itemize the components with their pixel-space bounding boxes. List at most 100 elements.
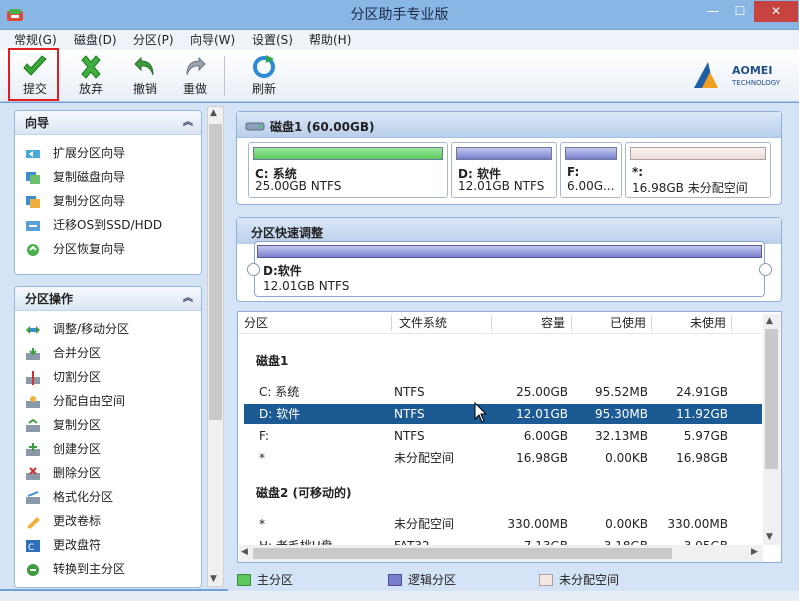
partition-c-bar — [253, 147, 443, 160]
redo-button[interactable]: 重做 — [170, 52, 220, 100]
delete-icon — [26, 466, 40, 480]
unallocated-bar — [630, 147, 766, 160]
group-disk1: 磁盘1 — [256, 354, 289, 368]
refresh-label: 刷新 — [251, 82, 276, 96]
undo-button[interactable]: 撤销 — [120, 52, 170, 100]
op-label[interactable]: 更改卷标 — [15, 509, 201, 533]
disk1-title: 磁盘1 (60.00GB) — [270, 120, 375, 134]
discard-button[interactable]: 放弃 — [66, 52, 116, 100]
copy-icon — [26, 418, 40, 432]
operations-card: 分区操作 ︽ 调整/移动分区 合并分区 切割分区 分配自由空间 复制分区 创建分区… — [14, 286, 202, 588]
wizard-item-recover[interactable]: 分区恢复向导 — [15, 237, 201, 261]
redo-label: 重做 — [182, 82, 207, 96]
op-allocate[interactable]: 分配自由空间 — [15, 389, 201, 413]
op-split[interactable]: 切割分区 — [15, 365, 201, 389]
table-row[interactable]: C: 系统 NTFS 25.00GB 95.52MB 24.91GB — [244, 382, 762, 402]
wizard-item-copy-disk[interactable]: 复制磁盘向导 — [15, 165, 201, 189]
partition-unallocated[interactable]: *: 16.98GB 未分配空间 — [625, 142, 771, 198]
table-row[interactable]: * 未分配空间 16.98GB 0.00KB 16.98GB — [244, 448, 762, 468]
scroll-up-icon[interactable]: ▲ — [210, 108, 217, 118]
minimize-button[interactable]: — — [700, 1, 726, 22]
disk-icon — [245, 122, 265, 131]
resize-icon — [26, 325, 40, 334]
toolbar-separator — [224, 56, 225, 96]
wizard-card: 向导 ︽ 扩展分区向导 复制磁盘向导 复制分区向导 迁移OS到SSD/HDD 分区… — [14, 110, 202, 275]
op-delete[interactable]: 删除分区 — [15, 461, 201, 485]
collapse-icon[interactable]: ︽ — [183, 287, 193, 311]
partition-f[interactable]: F: 6.00G... — [560, 142, 622, 198]
letter-icon: C — [26, 539, 40, 553]
wizard-header[interactable]: 向导 ︽ — [15, 111, 201, 135]
svg-text:C: C — [28, 543, 34, 553]
scroll-left-icon[interactable]: ◀ — [241, 547, 248, 557]
scroll-right-icon[interactable]: ▶ — [751, 547, 758, 557]
scroll-up-icon[interactable]: ▲ — [766, 316, 773, 326]
menu-disk[interactable]: 磁盘(D) — [74, 30, 117, 50]
wizard-item-migrate-os[interactable]: 迁移OS到SSD/HDD — [15, 213, 201, 237]
col-used[interactable]: 已使用 — [610, 314, 646, 333]
partition-d[interactable]: D: 软件 12.01GB NTFS — [451, 142, 557, 198]
partition-f-bar — [565, 147, 617, 160]
operations-title: 分区操作 — [25, 292, 74, 306]
table-row-selected[interactable]: D: 软件 NTFS 12.01GB 95.30MB 11.92GB — [244, 404, 762, 424]
col-unused[interactable]: 未使用 — [690, 314, 726, 333]
col-capacity[interactable]: 容量 — [541, 314, 565, 333]
aomei-logo: AOMEI TECHNOLOGY — [694, 62, 781, 88]
table-vscroll-thumb[interactable] — [765, 329, 778, 469]
menu-wizard[interactable]: 向导(W) — [190, 30, 235, 50]
op-merge[interactable]: 合并分区 — [15, 341, 201, 365]
wizard-item-extend[interactable]: 扩展分区向导 — [15, 141, 201, 165]
col-filesystem[interactable]: 文件系统 — [399, 314, 447, 333]
scroll-down-icon[interactable]: ▼ — [210, 574, 217, 584]
op-resize[interactable]: 调整/移动分区 — [15, 317, 201, 341]
menu-general[interactable]: 常规(G) — [14, 30, 57, 50]
op-create[interactable]: 创建分区 — [15, 437, 201, 461]
resize-handle-left[interactable] — [247, 263, 260, 276]
op-copy[interactable]: 复制分区 — [15, 413, 201, 437]
refresh-icon — [253, 55, 275, 78]
operations-header[interactable]: 分区操作 ︽ — [15, 287, 201, 311]
col-divider — [571, 315, 572, 331]
collapse-icon[interactable]: ︽ — [183, 111, 193, 135]
op-format[interactable]: 格式化分区 — [15, 485, 201, 509]
col-divider — [491, 315, 492, 331]
convert-icon — [27, 563, 39, 576]
op-convert-primary[interactable]: 转换到主分区 — [15, 557, 201, 581]
legend-primary: 主分区 — [237, 571, 293, 589]
wizard-item-copy-partition[interactable]: 复制分区向导 — [15, 189, 201, 213]
header-divider — [239, 333, 762, 334]
undo-icon — [134, 56, 154, 76]
table-row-clipped[interactable]: H: 老毛桃U盘 FAT32 7.13GB 3.18GB 3.95GB — [244, 536, 762, 545]
recover-icon — [27, 243, 39, 256]
op-letter[interactable]: C 更改盘符 — [15, 533, 201, 557]
logo-sub: TECHNOLOGY — [731, 79, 781, 87]
table-row[interactable]: F: NTFS 6.00GB 32.13MB 5.97GB — [244, 426, 762, 446]
menu-settings[interactable]: 设置(S) — [252, 30, 293, 50]
left-scroll-thumb[interactable] — [209, 124, 222, 420]
scroll-down-icon[interactable]: ▼ — [766, 532, 773, 542]
close-button[interactable]: ✕ — [754, 1, 798, 22]
partition-c[interactable]: C: 系统 25.00GB NTFS — [248, 142, 448, 198]
legend-bar — [228, 570, 799, 591]
quick-partition-name: D:软件 — [263, 264, 302, 278]
legend-logical: 逻辑分区 — [388, 571, 456, 589]
create-icon — [26, 442, 40, 456]
menu-help[interactable]: 帮助(H) — [309, 30, 351, 50]
col-partition[interactable]: 分区 — [244, 314, 268, 333]
refresh-button[interactable]: 刷新 — [239, 52, 289, 100]
maximize-button[interactable]: ☐ — [727, 1, 753, 22]
group-disk2: 磁盘2 (可移动的) — [256, 486, 352, 500]
quick-partition-size: 12.01GB NTFS — [263, 279, 350, 293]
menu-bar — [0, 30, 799, 50]
copy-partition-icon — [26, 195, 40, 208]
col-divider — [651, 315, 652, 331]
allocate-icon — [26, 395, 40, 408]
quick-adjust-bar[interactable] — [257, 245, 762, 258]
table-row[interactable]: * 未分配空间 330.00MB 0.00KB 330.00MB — [244, 514, 762, 534]
col-divider — [391, 315, 392, 331]
label-icon — [27, 516, 40, 529]
table-hscroll-thumb[interactable] — [253, 548, 672, 559]
resize-handle-right[interactable] — [759, 263, 772, 276]
menu-partition[interactable]: 分区(P) — [133, 30, 174, 50]
undo-label: 撤销 — [132, 82, 157, 96]
